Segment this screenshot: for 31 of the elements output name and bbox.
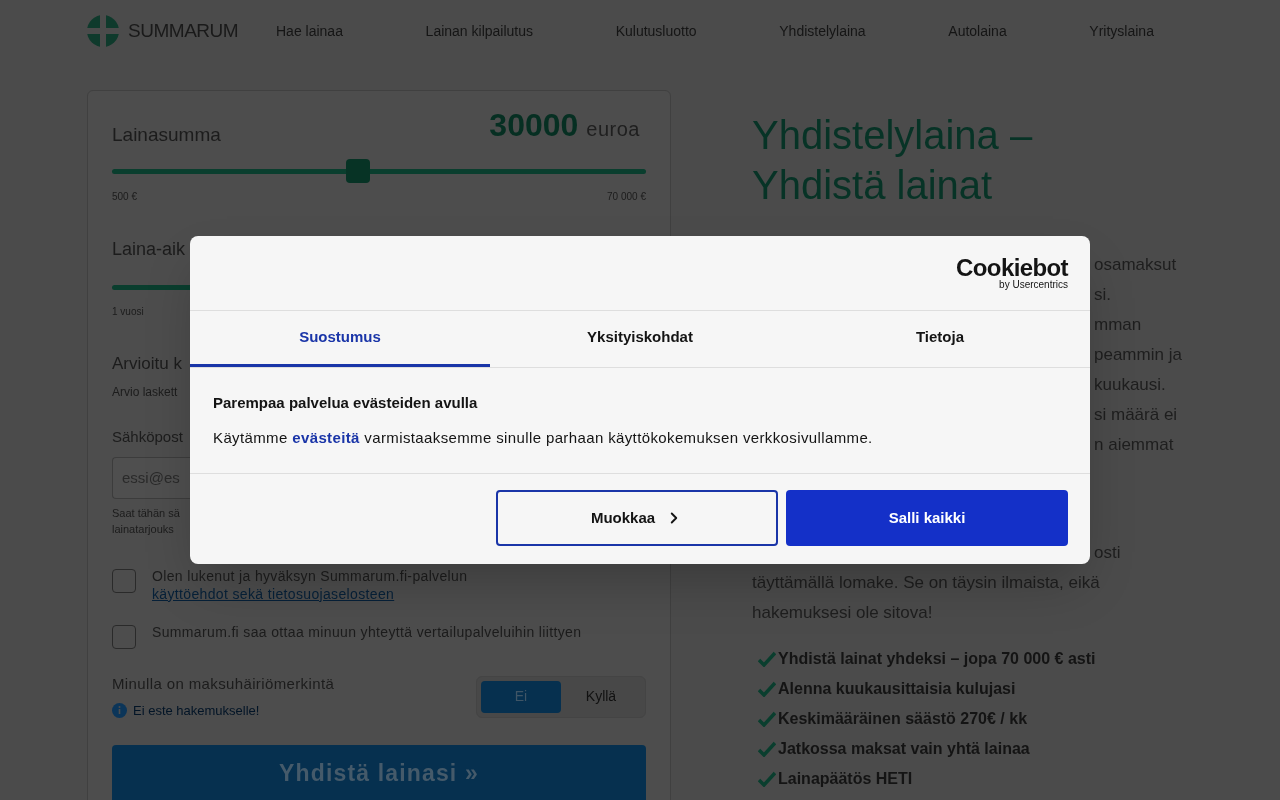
amount-value: 30000 (489, 106, 579, 145)
dialog-title: Parempaa palvelua evästeiden avulla (213, 393, 479, 413)
article-heading: Yhdistelylaina – (752, 112, 1034, 159)
customize-button[interactable]: Muokkaa (496, 490, 778, 546)
dialog-tab[interactable]: Suostumus (190, 311, 490, 367)
check-icon (758, 651, 776, 667)
check-icon (758, 741, 776, 757)
allow-all-button[interactable]: Salli kaikki (786, 490, 1068, 546)
slider-thumb[interactable] (345, 159, 370, 183)
info-icon (112, 703, 127, 719)
article-heading: Yhdistä lainat (752, 162, 994, 209)
dialog-tab[interactable]: Tietoja (790, 311, 1090, 367)
toggle-option[interactable]: Kyllä (561, 680, 641, 713)
dialog-text: Käytämme evästeitä varmistaaksemme sinulle parhaan käyttökokemuksen verkkosivullamme. (213, 427, 874, 448)
benefit-text: Alenna kuukausittaisia kulujasi (778, 679, 1016, 699)
terms-link[interactable]: käyttöehdot sekä tietosuojaselosteen (152, 585, 395, 602)
cookies-link[interactable]: evästeitä (292, 428, 360, 446)
check-icon (758, 681, 776, 697)
amount-slider[interactable] (112, 159, 646, 183)
logo-tagline: by Usercentrics (999, 280, 1068, 290)
toggle-option[interactable]: Ei (481, 680, 561, 713)
consent-checkbox[interactable] (112, 624, 136, 649)
info-text: Ei este hakemukselle! (133, 702, 260, 720)
dialog-tab[interactable]: Yksityiskohdat (490, 311, 790, 367)
cookiebot-logo: Cookiebot (956, 256, 1068, 280)
consent-checkbox[interactable] (112, 568, 136, 593)
check-icon (758, 711, 776, 727)
term-slider-track[interactable] (112, 285, 191, 290)
logo-icon (86, 14, 120, 48)
check-icon (758, 771, 776, 787)
submit-button[interactable]: Yhdistä lainasi » (112, 744, 646, 800)
